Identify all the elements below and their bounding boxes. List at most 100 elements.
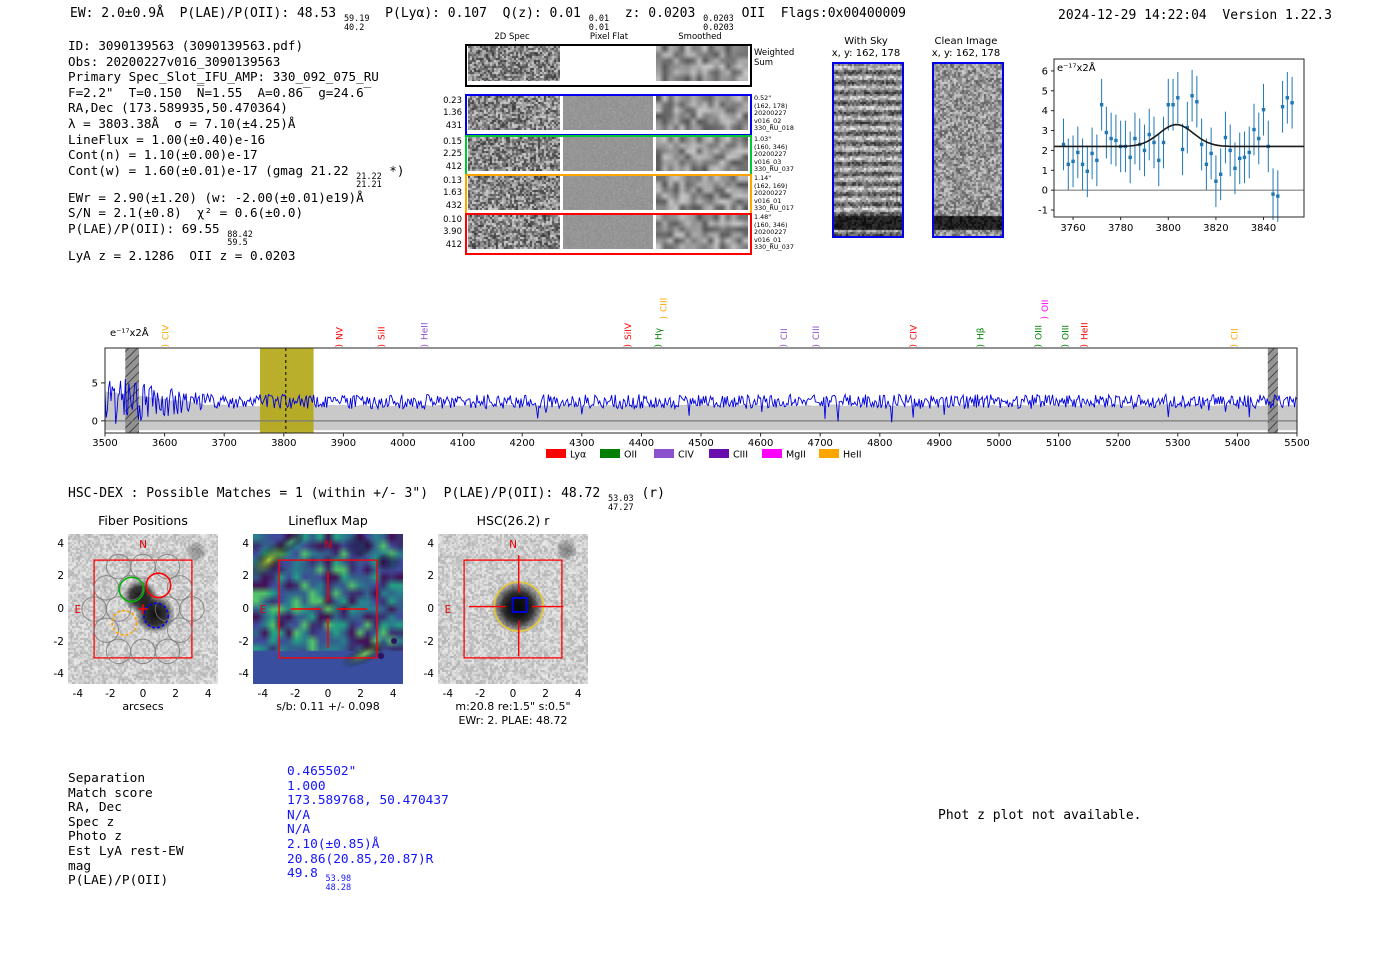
data-point: [1095, 158, 1099, 163]
east-label: E: [445, 604, 452, 616]
x-tick-label: 4: [389, 688, 397, 700]
cutout-row: [465, 94, 752, 136]
y-tick-label: 5: [1042, 86, 1048, 97]
line-marker-bracket: (: [1059, 344, 1069, 348]
text-segment: 173.589768, 50.470437: [287, 793, 449, 809]
data-point: [1247, 150, 1251, 155]
cutout-pixels: [563, 137, 653, 171]
y-tick-label: -2: [238, 635, 249, 648]
flux-unit-label: e⁻¹⁷x2Å: [110, 326, 149, 339]
panel-xlabel: arcsecs: [122, 700, 164, 713]
data-point: [1166, 103, 1170, 107]
2d-spectra-cutouts: 2D Spec Pixel Flat Smoothed Weighted Sum 0.2…: [443, 32, 805, 256]
info-line: Cont(w) = 1.60(±0.01)e-17 (gmag 21.22 21…: [68, 163, 404, 190]
info-line: F=2.2" T=0.150 N̅=1.55 A=0.86̅ g=24.6̅: [68, 85, 404, 101]
x-tick-label: 5200: [1105, 438, 1130, 449]
line-fit-plot: -1 0 1 2 3 4 5 6 3760 3780 3800 3820 3840 e⁻¹⁷x2Å: [1028, 45, 1318, 240]
data-point: [1238, 156, 1242, 161]
info-line: ID: 3090139563 (3090139563.pdf): [68, 38, 404, 54]
x-tick-label: 3500: [92, 438, 117, 449]
detection-info-block: ID: 3090139563 (3090139563.pdf) Obs: 2020…: [68, 38, 404, 264]
y-tick-label: 2: [57, 570, 64, 583]
y-tick-label: 0: [1042, 186, 1048, 197]
stat-value: 0.15: [443, 137, 462, 147]
y-tick-label: 2: [1042, 146, 1048, 157]
legend-label: Lyα: [570, 450, 586, 461]
info-line: Cont(n) = 1.10(±0.00)e-17: [68, 147, 404, 163]
fiber-circle: [105, 638, 132, 665]
header-summary-line: EW: 2.0±0.9Å P(LAE)/P(OII): 48.53 59.19 4…: [70, 6, 906, 32]
fiber-circle: [154, 638, 181, 665]
stat-value: 1.63: [443, 188, 462, 199]
match-panel-image: NE: [68, 534, 218, 684]
y-tick-label: 0: [242, 603, 249, 615]
text-segment: Cont(n) = 1.10(±0.00)e-17: [68, 147, 258, 163]
legend-label: HeII: [843, 450, 862, 461]
data-point: [1190, 94, 1194, 98]
line-marker-label: OII: [1041, 300, 1051, 312]
x-tick-label: 3820: [1203, 223, 1228, 234]
line-marker-bracket: (: [810, 344, 820, 348]
x-tick-label: 0: [509, 688, 517, 700]
line-marker-label: CIV: [909, 324, 919, 340]
cutout-row-left-stats: 0.23 1.36 431: [436, 95, 462, 132]
x-tick-label: 2: [542, 688, 549, 700]
elixer-report-page: EW: 2.0±0.9Å P(LAE)/P(OII): 48.53 59.19 4…: [0, 0, 1400, 953]
lineflux-overlay: NE: [260, 539, 378, 659]
text-segment: P(Lyα): 0.107 Q(z): 0.01: [369, 6, 589, 21]
line-marker-label: SiII: [378, 326, 388, 340]
lower-value: 59.5: [227, 238, 248, 249]
line-marker-label: CIV: [161, 324, 171, 340]
fiber-circle-green: [118, 576, 145, 603]
line-marker-label: HeII: [421, 322, 431, 340]
stacked-uncertainty: 53.98 48.28: [326, 875, 352, 892]
lower-value: 48.28: [325, 882, 352, 893]
sky-panel-image: [832, 62, 904, 238]
line-marker-bracket: (: [652, 344, 662, 348]
x-tick-label: 4500: [688, 438, 713, 449]
data-point: [1104, 130, 1109, 135]
cutout-pixels: [468, 215, 560, 249]
data-point: [1290, 101, 1294, 105]
data-point: [1171, 103, 1175, 107]
x-tick-label: 4300: [569, 438, 594, 449]
text-segment: Cont(w) = 1.60(±0.01)e-17 (gmag 21.22: [68, 162, 357, 178]
y-tick-label: -4: [53, 668, 64, 681]
x-tick-label: 0: [139, 688, 147, 700]
x-tick-label: 3800: [271, 438, 296, 449]
x-tick-label: 3900: [331, 438, 356, 449]
cutout-pixels: [563, 46, 653, 81]
x-tick-label: 4200: [509, 438, 534, 449]
data-point: [1142, 148, 1147, 153]
y-tick-label: 1: [1042, 166, 1048, 177]
header-spacer: [1207, 8, 1223, 23]
lower-value: 0.01: [588, 22, 610, 33]
stat-value: 0.23: [443, 96, 462, 106]
table-row-value: 2.10(±0.85)Å: [287, 837, 449, 853]
y-tick-label: 4: [1042, 106, 1048, 117]
cutout-pixels: [656, 46, 748, 81]
text-segment: (r): [633, 486, 665, 501]
line-marker-label: CII: [1231, 328, 1241, 340]
with-sky-pixels: [834, 64, 902, 236]
stat-value: 412: [445, 161, 462, 172]
hsc-dex-match-line: HSC-DEX : Possible Matches = 1 (within +…: [68, 486, 665, 512]
x-tick-label: 2: [357, 688, 364, 700]
line-marker-label: OIII: [1061, 325, 1071, 340]
data-point: [1133, 136, 1137, 141]
text-segment: RA,Dec (173.589935,50.470364): [68, 100, 288, 116]
cutout-row: [465, 135, 752, 177]
table-row-label: Match score: [68, 785, 153, 801]
text-segment: EWr = 2.90(±1.20) (w: -2.00(±0.01)e19)Å: [68, 189, 364, 205]
x-tick-label: 5500: [1284, 438, 1309, 449]
table-row-value: N/A: [287, 808, 449, 824]
sky-panel-coords: x, y: 162, 178: [931, 48, 1001, 59]
data-point: [1218, 172, 1223, 176]
y-tick-label: 0: [57, 603, 64, 615]
x-tick-label: -4: [72, 688, 84, 700]
text-segment: 0.465502": [287, 764, 357, 779]
legend-label: MgII: [786, 450, 806, 461]
legend-swatch: [762, 449, 782, 458]
x-tick-label: 4900: [927, 438, 952, 449]
cutout-column-header: Smoothed: [678, 32, 722, 42]
